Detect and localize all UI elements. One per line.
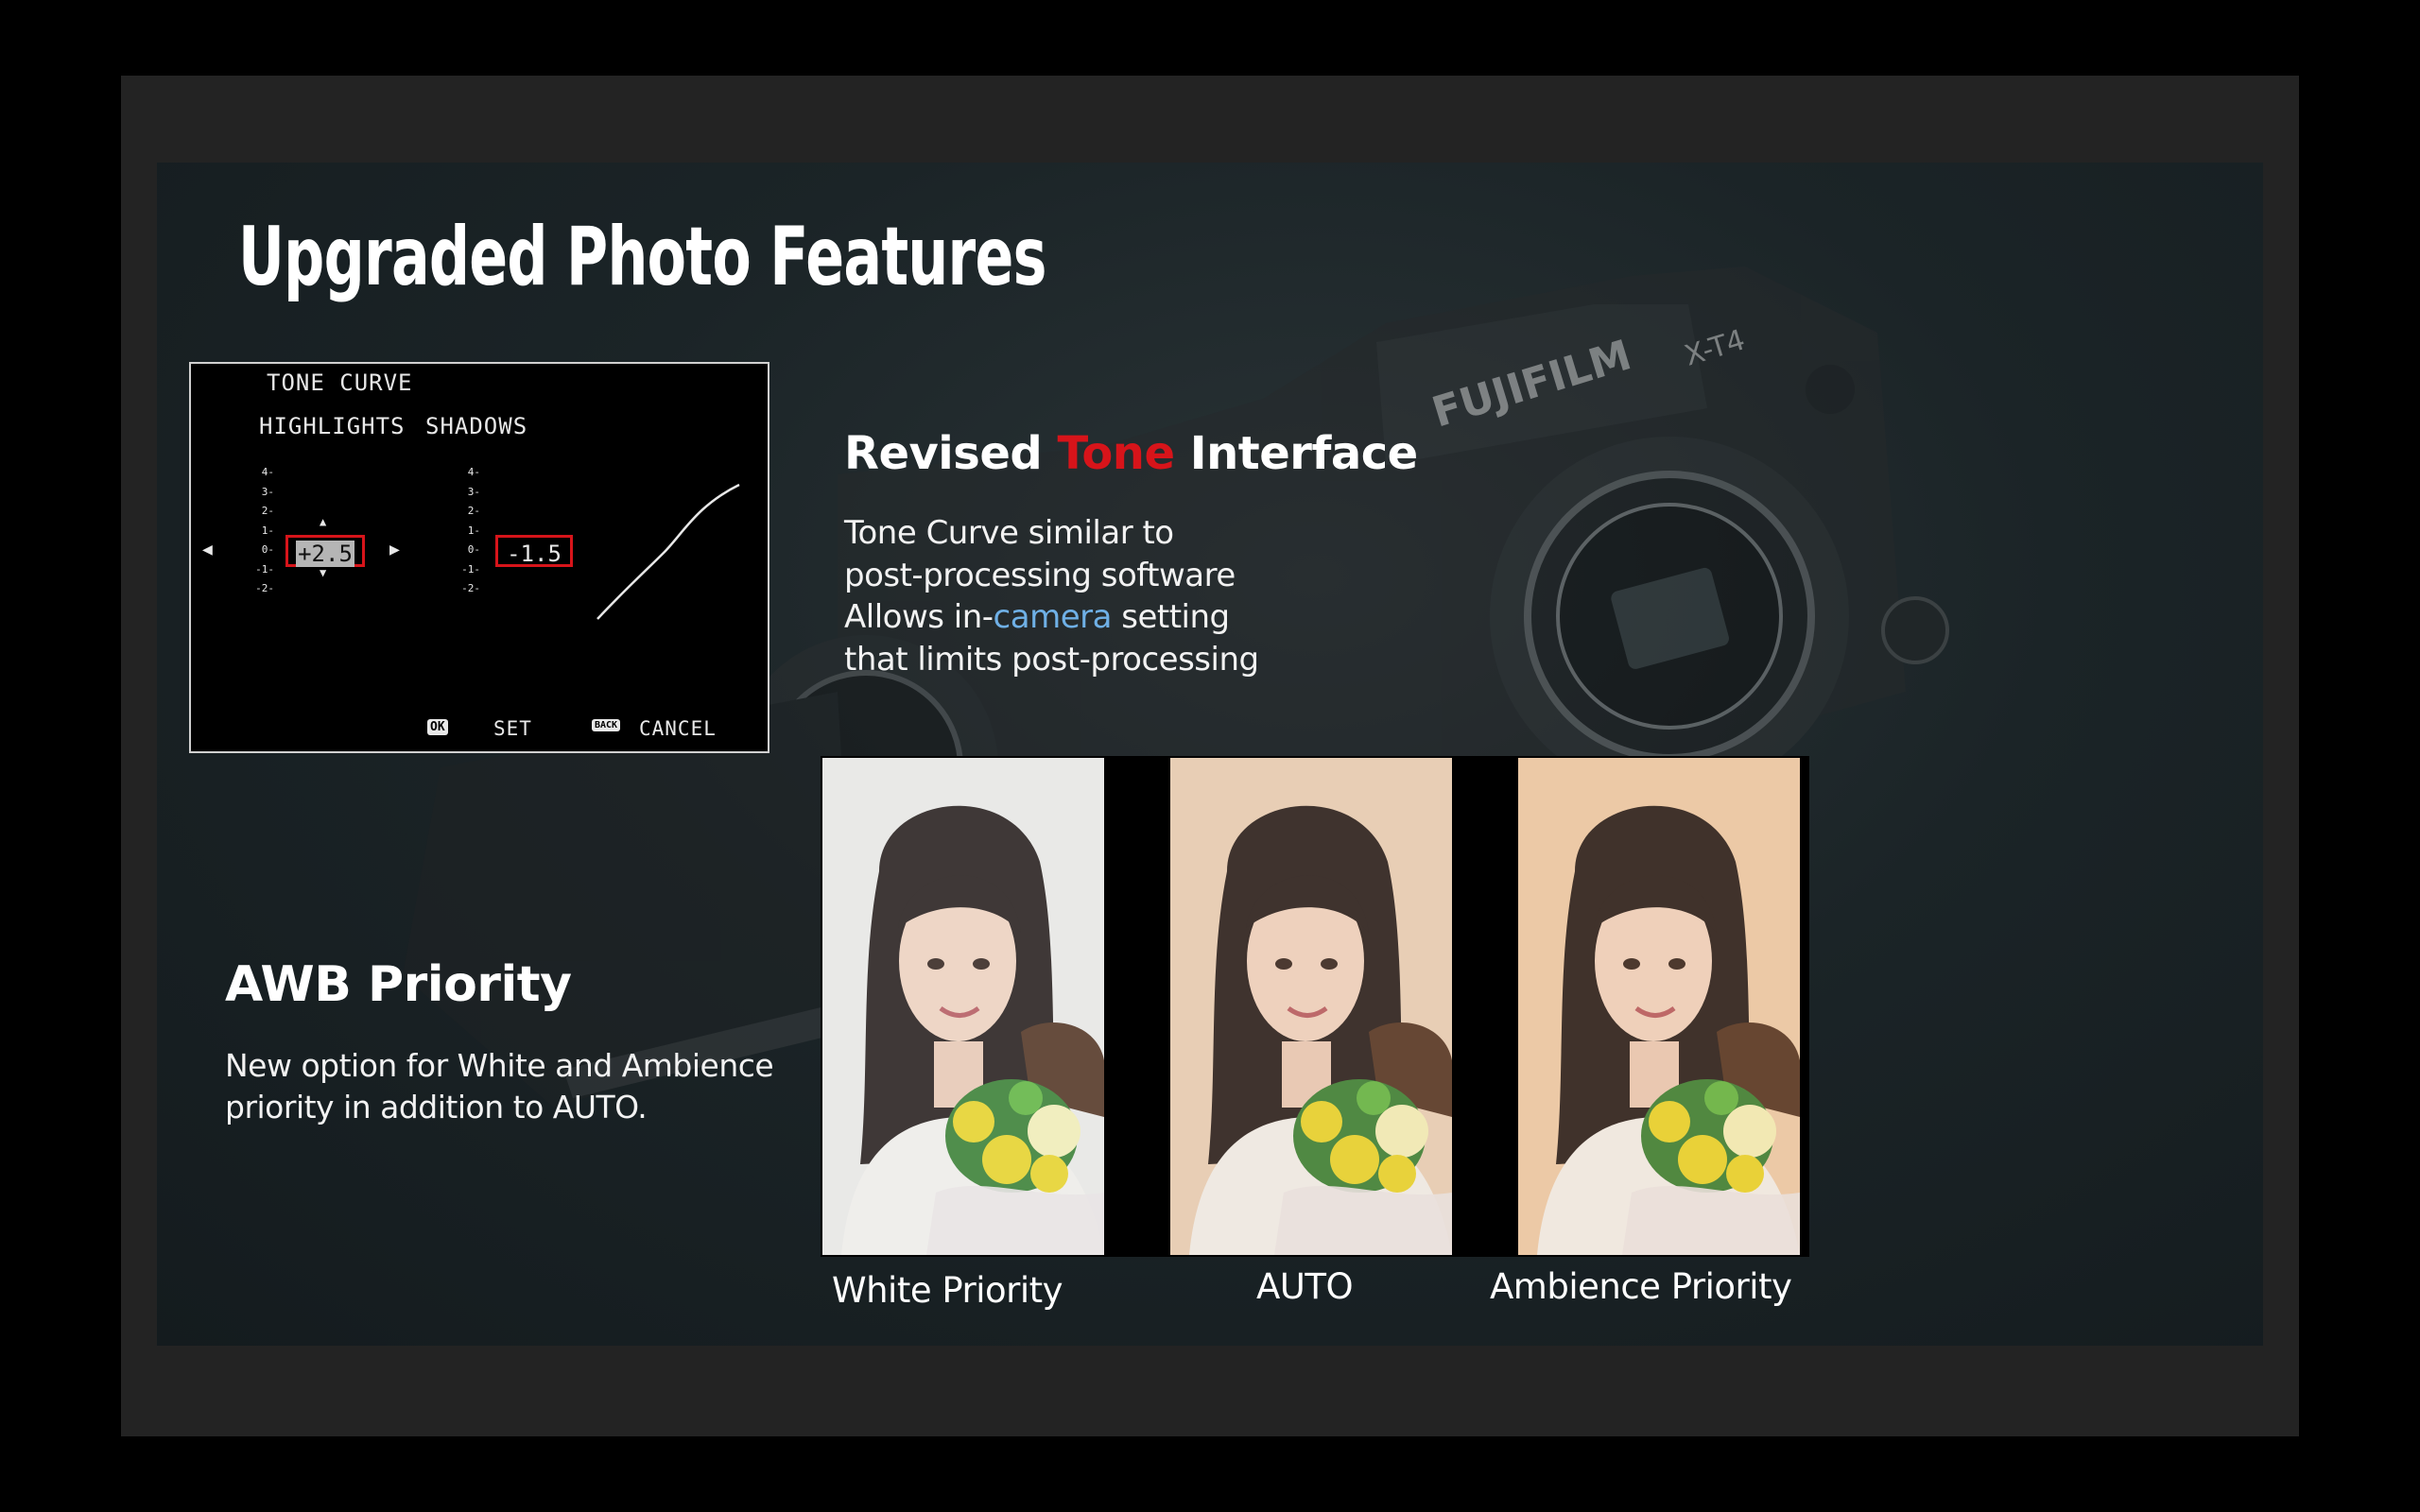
- white-balance-photo-comparison: [821, 756, 1809, 1257]
- scale-tick: -1-: [461, 562, 480, 576]
- scale-tick: 2-: [467, 505, 480, 517]
- tone-section-description: Tone Curve similar to post-processing so…: [844, 512, 1259, 680]
- tone-curve-graph: [596, 483, 740, 620]
- left-arrow-icon: ◀: [202, 540, 213, 559]
- scale-tick: 4-: [261, 466, 274, 478]
- portrait-image: [822, 758, 1104, 1255]
- highlights-label: HIGHLIGHTS: [259, 413, 406, 439]
- tone-section-title: Revised Tone Interface: [844, 427, 1418, 480]
- highlights-value-text: +2.5: [296, 541, 354, 567]
- scale-tick: -2-: [255, 582, 274, 594]
- tone-desc-text: Allows in-: [844, 598, 994, 636]
- tone-desc-highlight: camera: [993, 598, 1113, 636]
- slide: FUJIFILM X-T4 Upgraded Photo Features TO…: [157, 163, 2263, 1346]
- tone-curve-menu-screenshot: TONE CURVE HIGHLIGHTS SHADOWS 4- 3- 2- 1…: [189, 362, 769, 753]
- set-label: SET: [493, 717, 532, 740]
- awb-section-description: New option for White and Ambience priori…: [225, 1045, 774, 1128]
- scale-tick: 2-: [261, 505, 274, 517]
- ambience-priority-caption: Ambience Priority: [1490, 1266, 1792, 1307]
- cancel-label: CANCEL: [639, 717, 717, 740]
- scale-tick: 0-: [467, 543, 480, 556]
- scale-tick: 3-: [467, 485, 480, 498]
- slide-title: Upgraded Photo Features: [238, 210, 1047, 304]
- awb-desc-line: New option for White and Ambience: [225, 1047, 774, 1084]
- awb-section-title: AWB Priority: [225, 956, 572, 1013]
- tone-desc-line: Tone Curve similar to: [844, 514, 1174, 552]
- shadows-label: SHADOWS: [425, 413, 528, 439]
- tone-desc-line: that limits post-processing: [844, 640, 1259, 679]
- tone-desc-line: Allows in-camera setting: [844, 596, 1259, 639]
- portrait-image: [1170, 758, 1452, 1255]
- scale-tick: 4-: [467, 466, 480, 478]
- white-priority-caption: White Priority: [832, 1270, 1063, 1311]
- auto-photo: [1170, 758, 1452, 1255]
- back-key-icon: BACK: [592, 719, 621, 731]
- ambience-priority-photo: [1518, 758, 1800, 1255]
- scale-tick: 1-: [467, 524, 480, 537]
- ok-key-icon: OK: [427, 719, 448, 735]
- tone-desc-line: post-processing software: [844, 556, 1236, 594]
- up-arrow-icon: ▲: [320, 515, 327, 528]
- highlights-scale: 4- 3- 2- 1- 0- -1- -2-: [251, 463, 274, 599]
- awb-desc-line: priority in addition to AUTO.: [225, 1089, 648, 1125]
- scale-tick: 3-: [261, 485, 274, 498]
- shadows-scale: 4- 3- 2- 1- 0- -1- -2-: [458, 463, 480, 599]
- scale-tick: 1-: [261, 524, 274, 537]
- scale-tick: -2-: [461, 582, 480, 594]
- auto-caption: AUTO: [1256, 1266, 1354, 1307]
- scale-tick: 0-: [261, 543, 274, 556]
- portrait-image: [1518, 758, 1800, 1255]
- right-arrow-icon: ▶: [389, 540, 400, 559]
- tone-curve-title: TONE CURVE: [267, 369, 413, 396]
- shadows-value: -1.5: [495, 535, 573, 567]
- tone-desc-text: setting: [1111, 598, 1230, 636]
- scale-tick: -1-: [255, 562, 274, 576]
- highlights-value: +2.5: [285, 535, 365, 567]
- tone-title-part2: Interface: [1174, 427, 1419, 480]
- tone-title-highlight: Tone: [1057, 427, 1175, 480]
- white-priority-photo: [822, 758, 1104, 1255]
- tone-title-part1: Revised: [844, 427, 1058, 480]
